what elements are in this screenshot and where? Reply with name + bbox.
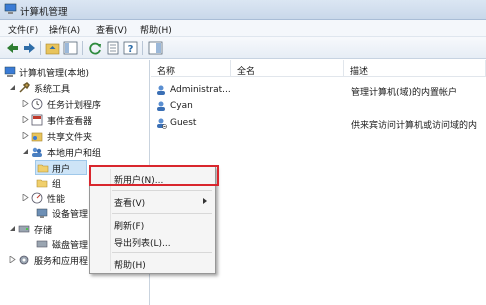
menu-file[interactable]: 文件(F) (8, 23, 38, 36)
menu-separator (112, 213, 212, 214)
clock-icon (31, 98, 43, 110)
collapsed-triangle-icon[interactable] (22, 132, 29, 139)
system-tools-icon (19, 82, 30, 93)
computer-management-icon (4, 3, 17, 14)
show-action-pane-icon[interactable] (148, 41, 163, 55)
title-bar: 计算机管理 (0, 0, 486, 20)
list-row-cyan[interactable]: Cyan (151, 98, 486, 114)
menu-action[interactable]: 操作(A) (49, 23, 80, 36)
help-icon[interactable]: ? (123, 41, 138, 55)
refresh-icon[interactable] (88, 41, 103, 55)
toolbar-separator (142, 41, 143, 55)
show-hide-tree-icon[interactable] (63, 41, 78, 55)
menu-item-refresh[interactable]: 刷新(F) (90, 216, 215, 233)
services-icon (19, 255, 29, 265)
column-header-name[interactable]: 名称 (151, 60, 231, 77)
menu-separator (112, 190, 212, 191)
user-disabled-icon (157, 118, 167, 129)
submenu-arrow-icon (203, 198, 207, 204)
column-header-fullname[interactable]: 全名 (231, 60, 344, 77)
list-row-guest[interactable]: Guest 供来宾访问计算机或访问域的内 (151, 115, 486, 131)
disk-icon (36, 240, 48, 248)
toolbar-separator (40, 41, 41, 55)
menu-item-help[interactable]: 帮助(H) (90, 255, 215, 272)
folder-icon (37, 164, 49, 173)
expanded-triangle-icon[interactable] (9, 225, 16, 232)
tree-item-users[interactable]: 用户 (35, 160, 87, 175)
storage-icon (18, 225, 30, 233)
computer-management-icon (4, 66, 16, 77)
menu-view[interactable]: 查看(V) (96, 23, 127, 36)
menu-item-export-list[interactable]: 导出列表(L)... (90, 233, 215, 250)
toolbar-separator (82, 41, 83, 55)
event-viewer-icon (31, 114, 43, 126)
menu-item-view[interactable]: 查看(V) (90, 193, 215, 210)
users-group-icon (32, 147, 42, 157)
annotation-highlight-box (89, 165, 219, 186)
menu-bar: 文件(F) 操作(A) 查看(V) 帮助(H) (0, 20, 486, 37)
menu-help[interactable]: 帮助(H) (140, 23, 172, 36)
collapsed-triangle-icon[interactable] (22, 116, 29, 123)
toolbar: ? (0, 37, 486, 59)
collapsed-triangle-icon[interactable] (22, 100, 29, 107)
collapsed-triangle-icon[interactable] (9, 256, 16, 263)
performance-icon (31, 192, 43, 204)
list-row-administrator[interactable]: Administrat... 管理计算机(域)的内置帐户 (151, 82, 486, 98)
column-header-description[interactable]: 描述 (344, 60, 486, 77)
user-icon (157, 85, 165, 95)
forward-arrow-icon[interactable] (22, 41, 37, 55)
menu-separator (112, 252, 212, 253)
expanded-triangle-icon[interactable] (22, 148, 29, 155)
device-manager-icon (36, 208, 48, 218)
export-list-icon[interactable] (106, 41, 121, 55)
back-arrow-icon[interactable] (5, 41, 20, 55)
up-folder-icon[interactable] (45, 41, 60, 55)
expanded-triangle-icon[interactable] (9, 84, 16, 91)
svg-text:?: ? (128, 44, 134, 55)
window-title: 计算机管理 (20, 7, 68, 18)
user-icon (157, 101, 165, 111)
folder-icon (36, 179, 48, 188)
shared-folder-icon (31, 132, 43, 142)
collapsed-triangle-icon[interactable] (22, 194, 29, 201)
